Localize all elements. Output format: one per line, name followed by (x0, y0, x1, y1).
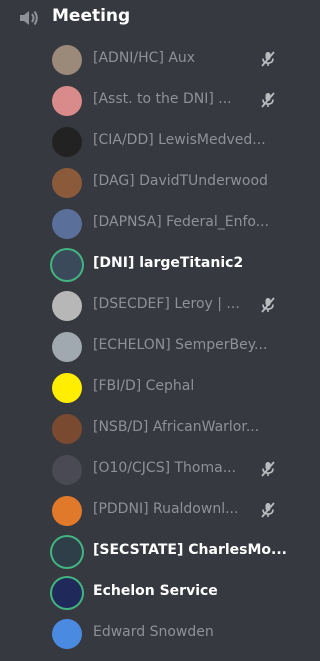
user-avatar (52, 537, 82, 567)
muted-microphone-icon (261, 92, 275, 108)
username-label: [CIA/DD] LewisMedved... (93, 132, 266, 148)
username-label: [DAPNSA] Federal_Enfo... (93, 214, 270, 230)
speaker-icon (20, 10, 38, 26)
voice-user-row[interactable]: [ECHELON] SemperBey... (0, 326, 295, 367)
user-avatar (52, 291, 82, 321)
muted-microphone-icon (261, 297, 275, 313)
username-label: [FBI/D] Cephal (93, 378, 195, 394)
user-avatar (52, 496, 82, 526)
username-label: [ECHELON] SemperBey... (93, 337, 268, 353)
voice-user-row[interactable]: [ADNI/HC] Aux (0, 39, 295, 80)
voice-user-row[interactable]: [FBI/D] Cephal (0, 367, 295, 408)
username-label: [NSB/D] AfricanWarlor... (93, 419, 260, 435)
muted-microphone-icon (261, 461, 275, 477)
voice-user-row[interactable]: [SECSTATE] CharlesMo... (0, 531, 295, 572)
user-avatar (52, 86, 82, 116)
muted-microphone-icon (261, 51, 275, 67)
user-avatar (52, 45, 82, 75)
voice-user-list: [ADNI/HC] Aux [Asst. to the DNI] ... [CIA/… (0, 39, 295, 654)
user-avatar (52, 127, 82, 157)
user-avatar (52, 250, 82, 280)
username-label: [DAG] DavidTUnderwood (93, 173, 268, 189)
user-avatar (52, 578, 82, 608)
voice-user-row[interactable]: [DNI] largeTitanic2 (0, 244, 295, 285)
muted-microphone-icon (261, 502, 275, 518)
user-avatar (52, 168, 82, 198)
voice-user-row[interactable]: Edward Snowden (0, 613, 295, 654)
voice-channel-header[interactable]: Meeting (0, 0, 295, 36)
voice-user-row[interactable]: [Asst. to the DNI] ... (0, 80, 295, 121)
channel-name: Meeting (52, 6, 131, 26)
username-label: [SECSTATE] CharlesMo... (93, 542, 287, 558)
voice-user-row[interactable]: [PDDNI] Rualdownl... (0, 490, 295, 531)
voice-user-row[interactable]: [DAPNSA] Federal_Enfo... (0, 203, 295, 244)
user-avatar (52, 455, 82, 485)
voice-user-row[interactable]: Echelon Service (0, 572, 295, 613)
username-label: Edward Snowden (93, 624, 214, 640)
user-avatar (52, 209, 82, 239)
voice-user-row[interactable]: [DAG] DavidTUnderwood (0, 162, 295, 203)
user-avatar (52, 373, 82, 403)
user-avatar (52, 619, 82, 649)
voice-user-row[interactable]: [O10/CJCS] Thoma... (0, 449, 295, 490)
voice-user-row[interactable]: [CIA/DD] LewisMedved... (0, 121, 295, 162)
user-avatar (52, 332, 82, 362)
voice-user-row[interactable]: [NSB/D] AfricanWarlor... (0, 408, 295, 449)
voice-user-row[interactable]: [DSECDEF] Leroy | ... (0, 285, 295, 326)
username-label: Echelon Service (93, 583, 218, 599)
username-label: [DNI] largeTitanic2 (93, 255, 244, 271)
user-avatar (52, 414, 82, 444)
